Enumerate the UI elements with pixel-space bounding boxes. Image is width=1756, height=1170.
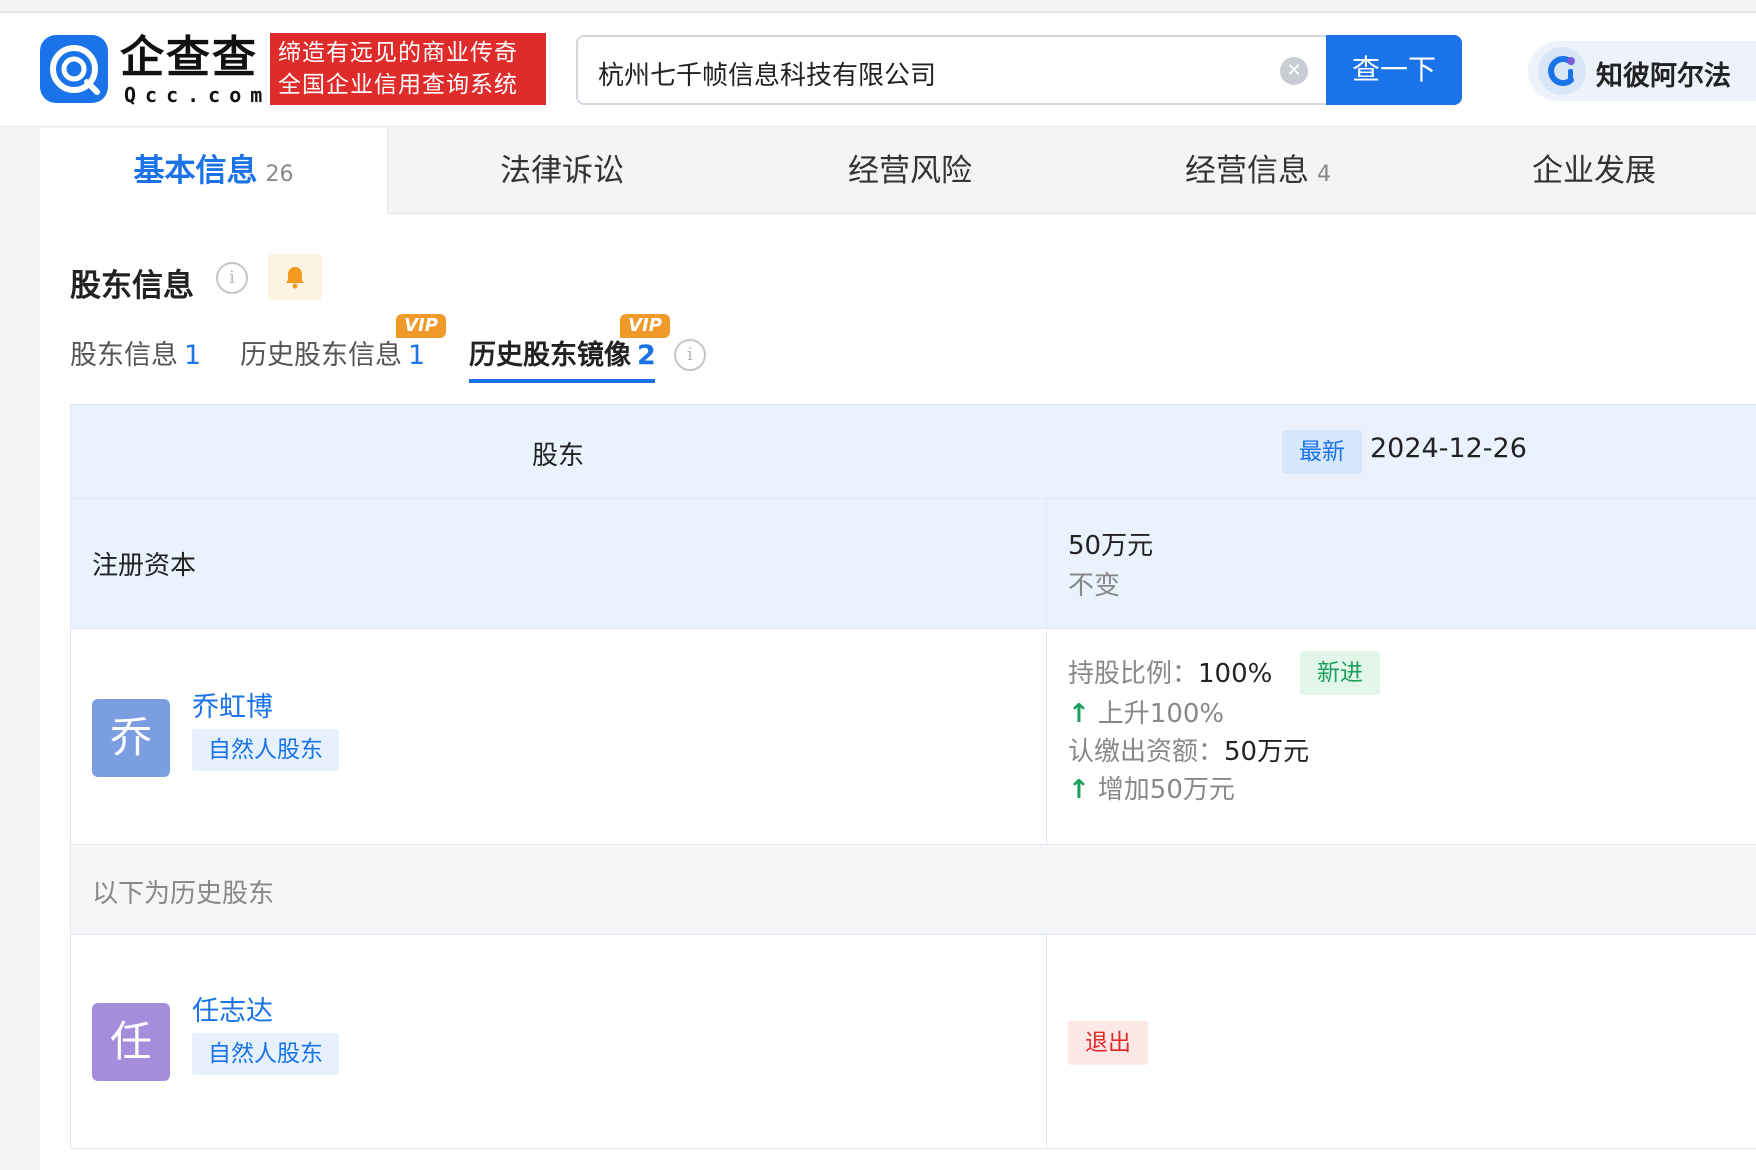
slogan-banner: 缔造有远见的商业传奇 全国企业信用查询系统 <box>270 33 546 105</box>
search-input-value[interactable]: 杭州七千帧信息科技有限公司 <box>598 55 936 92</box>
info-icon[interactable]: i <box>216 262 248 294</box>
subscribed-change: 增加50万元 <box>1097 775 1235 805</box>
tab-label: 法律诉讼 <box>500 153 624 189</box>
history-label: 以下为历史股东 <box>92 879 275 909</box>
table-row: 乔 乔虹博 自然人股东 持股比例：100% 新进 ↑ 上升100% 认缴出资额：5… <box>70 629 1756 845</box>
header-shareholder: 股东 <box>531 441 584 471</box>
table-header-row: 股东 最新 2024-12-26 <box>70 405 1756 499</box>
tab-development[interactable]: 企业发展 <box>1432 128 1756 214</box>
subtab-label: 股东信息 <box>70 340 178 371</box>
latest-tag: 最新 <box>1282 430 1362 474</box>
subtab-label: 历史股东镜像 <box>469 340 631 371</box>
main-content: 基本信息 26 法律诉讼 经营风险 经营信息 4 企业发展 股东信息 i 股东信息 1… <box>40 128 1756 1170</box>
tab-count: 4 <box>1317 162 1331 187</box>
table-row-reg-capital: 注册资本 50万元 不变 <box>70 499 1756 629</box>
slogan-line-1: 缔造有远见的商业传奇 <box>278 40 518 66</box>
arrow-up-icon: ↑ <box>1068 775 1090 805</box>
search-input[interactable]: 杭州七千帧信息科技有限公司 ✕ <box>576 35 1328 105</box>
logo-text-en: Qcc.com <box>124 83 272 107</box>
zhibi-label: 知彼阿尔法 <box>1596 61 1731 92</box>
tab-count: 26 <box>265 162 294 187</box>
shareholder-mirror-table: 股东 最新 2024-12-26 注册资本 50万元 不变 乔 乔虹博 自然人股… <box>70 404 1756 1149</box>
subscribed-label: 认缴出资额： <box>1068 737 1225 767</box>
subtab-count: 1 <box>408 340 426 371</box>
tab-label: 经营风险 <box>848 153 972 189</box>
search-button[interactable]: 查一下 <box>1326 35 1462 105</box>
subtab-history-mirror[interactable]: 历史股东镜像 2 <box>469 333 656 372</box>
section-title: 股东信息 <box>70 268 194 304</box>
subscribed-change-line: ↑ 增加50万元 <box>1068 769 1235 806</box>
exit-status-tag: 退出 <box>1068 1021 1148 1065</box>
ratio-change-line: ↑ 上升100% <box>1068 693 1224 730</box>
subtab-count: 2 <box>637 340 656 371</box>
logo-text-cn[interactable]: 企查查 <box>120 33 258 83</box>
arrow-up-icon: ↑ <box>1068 699 1090 729</box>
subscribed-line: 认缴出资额：50万元 <box>1068 731 1309 768</box>
clear-icon[interactable]: ✕ <box>1280 57 1308 85</box>
zhibi-alpha-button[interactable]: 知彼阿尔法 <box>1528 41 1756 101</box>
tab-label: 企业发展 <box>1532 153 1656 189</box>
bell-icon[interactable] <box>268 254 322 300</box>
shareholder-type-tag: 自然人股东 <box>192 1033 339 1075</box>
avatar: 任 <box>92 1003 170 1081</box>
site-header: 企查查 Qcc.com 缔造有远见的商业传奇 全国企业信用查询系统 杭州七千帧信… <box>0 13 1756 127</box>
shareholder-type-tag: 自然人股东 <box>192 729 339 771</box>
subtab-active-indicator <box>469 379 655 383</box>
subtab-label: 历史股东信息 <box>240 340 402 371</box>
zhibi-icon <box>1538 47 1586 95</box>
ratio-line: 持股比例：100% <box>1068 653 1272 690</box>
subscribed-value: 50万元 <box>1224 737 1310 767</box>
subtab-shareholders[interactable]: 股东信息 1 <box>70 333 201 372</box>
reg-capital-change: 不变 <box>1068 571 1121 601</box>
shareholder-name-link[interactable]: 乔虹博 <box>192 685 273 724</box>
table-row: 任 任志达 自然人股东 退出 <box>70 935 1756 1149</box>
new-entry-tag: 新进 <box>1300 651 1380 695</box>
tab-risk[interactable]: 经营风险 <box>736 128 1084 214</box>
ratio-label: 持股比例： <box>1068 659 1199 689</box>
ratio-value: 100% <box>1198 659 1273 689</box>
main-tabs: 基本信息 26 法律诉讼 经营风险 经营信息 4 企业发展 <box>40 128 1756 214</box>
header-date: 2024-12-26 <box>1370 433 1527 464</box>
avatar: 乔 <box>92 699 170 777</box>
history-divider-row: 以下为历史股东 <box>70 845 1756 935</box>
tab-label: 基本信息 <box>133 153 258 189</box>
shareholder-name-link[interactable]: 任志达 <box>192 989 273 1028</box>
tab-label: 经营信息 <box>1185 153 1309 189</box>
reg-capital-label: 注册资本 <box>92 551 197 581</box>
reg-capital-value: 50万元 <box>1068 531 1154 561</box>
subtab-history-shareholders[interactable]: 历史股东信息 1 <box>240 333 425 372</box>
subtab-count: 1 <box>184 340 202 371</box>
ratio-change: 上升100% <box>1097 699 1225 729</box>
info-icon[interactable]: i <box>674 339 706 371</box>
qcc-logo-icon[interactable] <box>40 35 108 103</box>
tab-legal[interactable]: 法律诉讼 <box>388 128 736 214</box>
tab-basic-info[interactable]: 基本信息 26 <box>40 128 388 214</box>
tab-operations[interactable]: 经营信息 4 <box>1084 128 1432 214</box>
slogan-line-2: 全国企业信用查询系统 <box>278 72 518 98</box>
